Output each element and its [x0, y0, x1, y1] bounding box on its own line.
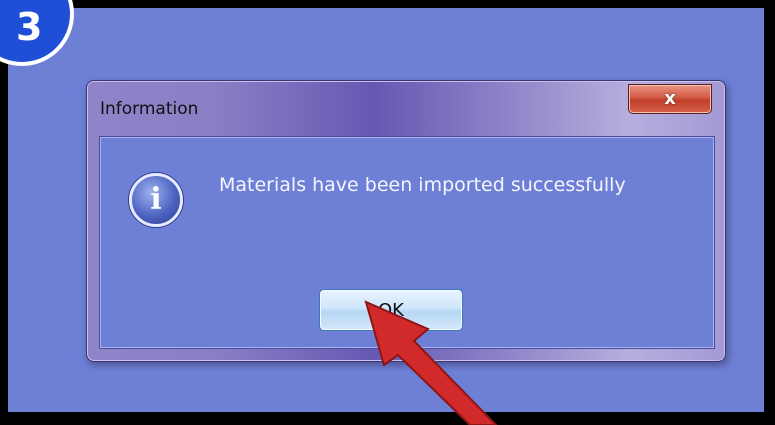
ok-button[interactable]: OK	[319, 289, 463, 331]
information-icon: i	[129, 173, 183, 227]
step-number: 3	[16, 5, 43, 49]
close-icon: x	[664, 88, 676, 109]
dialog-titlebar[interactable]: Information x	[87, 81, 725, 133]
dialog-title: Information	[100, 99, 199, 119]
close-button[interactable]: x	[628, 84, 712, 114]
ok-button-label: OK	[378, 300, 404, 321]
dialog-message: Materials have been imported successfull…	[219, 174, 626, 196]
step-badge: 3	[0, 0, 74, 66]
screenshot-canvas: 3 Information x i Materials have been im…	[0, 0, 767, 415]
information-dialog: Information x i Materials have been impo…	[86, 80, 726, 362]
